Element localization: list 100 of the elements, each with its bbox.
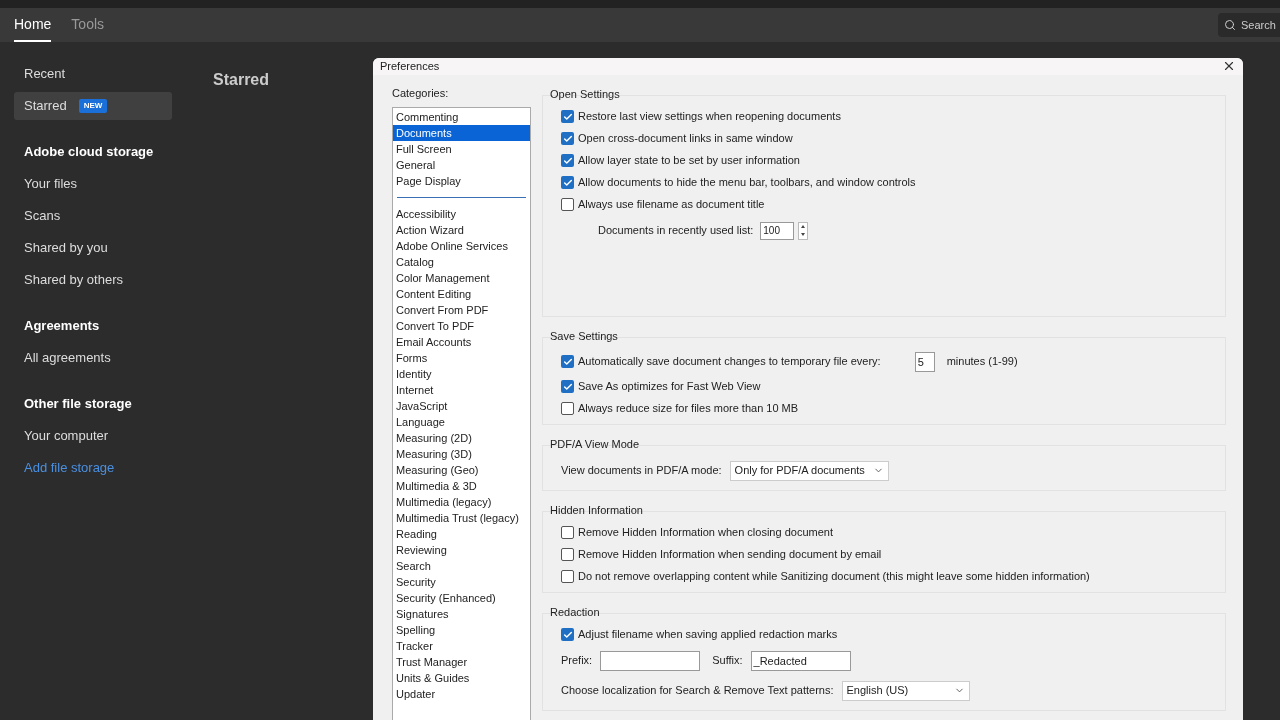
number-field[interactable]: 100: [760, 221, 795, 240]
checkbox[interactable]: [561, 526, 574, 539]
checkbox-label: Restore last view settings when reopening documents: [578, 109, 841, 125]
checkbox-label: Allow layer state to be set by user information: [578, 153, 800, 169]
check-icon: [562, 155, 573, 166]
category-item[interactable]: Security: [396, 574, 527, 590]
category-item[interactable]: General: [393, 157, 530, 173]
checkbox[interactable]: [561, 628, 574, 641]
checkbox-label: Allow documents to hide the menu bar, toolbars, and window controls: [578, 175, 916, 191]
category-item[interactable]: Email Accounts: [396, 334, 527, 350]
dropdown[interactable]: English (US): [841, 680, 970, 701]
category-item[interactable]: Convert To PDF: [396, 318, 527, 334]
category-item[interactable]: Measuring (3D): [396, 446, 527, 462]
checkbox-label: Always reduce size for files more than 10 MB: [578, 401, 799, 417]
dropdown[interactable]: Only for PDF/A documents: [729, 460, 889, 481]
sidebar-item[interactable]: Shared by others: [14, 266, 172, 294]
checkbox[interactable]: [561, 570, 574, 583]
checkbox-label: Adjust filename when saving applied redaction marks: [578, 627, 838, 643]
checkbox-label: Open cross-document links in same window: [578, 131, 793, 147]
category-item[interactable]: Measuring (2D): [396, 430, 527, 446]
unit-label: minutes (1-99): [946, 354, 1018, 370]
category-item[interactable]: Spelling: [396, 622, 527, 638]
category-item[interactable]: Documents: [393, 125, 530, 141]
category-item[interactable]: Convert From PDF: [396, 302, 527, 318]
tab[interactable]: Tools: [71, 8, 105, 42]
category-item[interactable]: Security (Enhanced): [396, 590, 527, 606]
category-item[interactable]: Full Screen: [393, 141, 530, 157]
category-item[interactable]: Adobe Online Services: [396, 238, 527, 254]
category-item[interactable]: Multimedia (legacy): [396, 494, 527, 510]
sidebar-item[interactable]: Recent: [14, 60, 172, 88]
category-item[interactable]: Content Editing: [396, 286, 527, 302]
sidebar-item[interactable]: Shared by you: [14, 234, 172, 262]
category-item[interactable]: Units & Guides: [396, 670, 527, 686]
page-title: Starred: [213, 71, 270, 88]
section-title: Redaction: [549, 604, 601, 620]
category-item[interactable]: Search: [396, 558, 527, 574]
checkbox[interactable]: [561, 548, 574, 561]
category-item[interactable]: Commenting: [393, 109, 530, 125]
sidebar-item[interactable]: Your computer: [14, 422, 172, 450]
minutes-field[interactable]: 5: [914, 351, 935, 372]
category-item[interactable]: Color Management: [396, 270, 527, 286]
spinner-buttons[interactable]: [798, 221, 809, 240]
checkbox[interactable]: [561, 402, 574, 415]
add-storage-link[interactable]: Add file storage: [14, 452, 190, 484]
suffix-field[interactable]: _Redacted: [750, 650, 851, 671]
category-item[interactable]: Updater: [396, 686, 527, 702]
category-item[interactable]: Catalog: [396, 254, 527, 270]
checkbox[interactable]: [561, 132, 574, 145]
search-icon: [1224, 19, 1236, 31]
check-icon: [562, 133, 573, 144]
dialog-title: Preferences: [380, 59, 440, 74]
checkbox[interactable]: [561, 355, 574, 368]
prefix-field[interactable]: [600, 650, 701, 671]
checkbox-label: Save As optimizes for Fast Web View: [578, 379, 761, 395]
check-icon: [562, 381, 573, 392]
category-item[interactable]: Page Display: [393, 173, 530, 189]
checkbox[interactable]: [561, 176, 574, 189]
categories-label: Categories:: [392, 85, 450, 101]
sidebar-item[interactable]: Starred NEW: [14, 92, 172, 120]
field-label: Suffix:: [712, 653, 743, 669]
section-heading: Agreements: [23, 317, 101, 336]
field-label: Prefix:: [561, 653, 593, 669]
category-item[interactable]: Language: [396, 414, 527, 430]
checkbox[interactable]: [561, 380, 574, 393]
category-item[interactable]: Action Wizard: [396, 222, 527, 238]
category-item[interactable]: Trust Manager: [396, 654, 527, 670]
sidebar-item[interactable]: Your files: [14, 170, 172, 198]
checkbox-label: Always use filename as document title: [578, 197, 765, 213]
sidebar-item[interactable]: All agreements: [14, 344, 172, 372]
checkbox-label: Remove Hidden Information when sending document by email: [578, 547, 882, 563]
tab[interactable]: Home: [14, 8, 52, 42]
section-title: Hidden Information: [549, 502, 644, 518]
field-label: View documents in PDF/A mode:: [561, 463, 722, 479]
category-item[interactable]: Identity: [396, 366, 527, 382]
category-item[interactable]: Measuring (Geo): [396, 462, 527, 478]
section-heading: Other file storage: [23, 395, 133, 414]
checkbox-label: Automatically save document changes to temporary file every:: [578, 354, 881, 370]
category-item[interactable]: Multimedia Trust (legacy): [396, 510, 527, 526]
category-item[interactable]: Internet: [396, 382, 527, 398]
category-item[interactable]: JavaScript: [396, 398, 527, 414]
checkbox[interactable]: [561, 198, 574, 211]
checkbox[interactable]: [561, 110, 574, 123]
section-title: Open Settings: [549, 86, 621, 102]
search-field[interactable]: Search: [1218, 13, 1280, 37]
checkbox[interactable]: [561, 154, 574, 167]
checkbox-label: Do not remove overlapping content while Sanitizing document (this might leave some hidden information): [578, 569, 1090, 585]
category-item[interactable]: Tracker: [396, 638, 527, 654]
category-item[interactable]: Multimedia & 3D: [396, 478, 527, 494]
category-item[interactable]: Reading: [396, 526, 527, 542]
sidebar-item[interactable]: Scans: [14, 202, 172, 230]
field-label: Choose localization for Search & Remove Text patterns:: [561, 683, 834, 699]
field-label: Documents in recently used list:: [598, 223, 754, 239]
section-title: Save Settings: [549, 328, 619, 344]
check-icon: [562, 629, 573, 640]
new-badge: NEW: [78, 99, 108, 113]
category-item[interactable]: Accessibility: [396, 206, 527, 222]
category-item[interactable]: Signatures: [396, 606, 527, 622]
category-item[interactable]: Reviewing: [396, 542, 527, 558]
section-title: PDF/A View Mode: [549, 436, 641, 452]
category-item[interactable]: Forms: [396, 350, 527, 366]
